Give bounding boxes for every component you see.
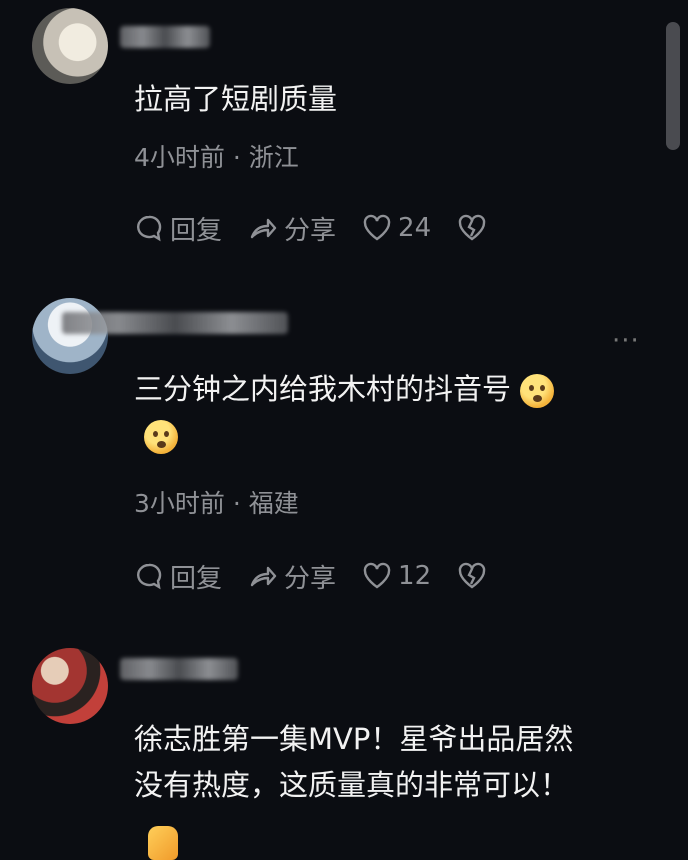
- share-label: 分享: [284, 215, 337, 246]
- dislike-button[interactable]: [457, 213, 493, 243]
- like-count: 24: [398, 213, 432, 243]
- username-blurred[interactable]: [62, 312, 288, 334]
- reply-button[interactable]: 回复: [134, 558, 222, 595]
- comment-actions: 回复 分享 24: [134, 208, 519, 248]
- comment-bubble-icon: [137, 215, 162, 242]
- comment-meta: 4小时前 · 浙江: [134, 143, 299, 172]
- heart-icon: [363, 214, 391, 241]
- avatar[interactable]: [32, 8, 108, 84]
- shushing-face-emoji: [144, 420, 178, 454]
- share-arrow-icon: [250, 566, 277, 587]
- comment-bubble-icon: [137, 563, 162, 590]
- comment-text: 三分钟之内给我木村的抖音号: [134, 366, 654, 458]
- share-label: 分享: [284, 563, 337, 594]
- avatar[interactable]: [32, 298, 108, 374]
- comment-text: 拉高了短剧质量: [134, 82, 338, 116]
- share-arrow-icon: [250, 218, 277, 239]
- comment-actions: 回复 分享 12: [134, 556, 519, 596]
- comment-text-line: 徐志胜第一集MVP！星爷出品居然: [134, 722, 574, 756]
- like-button[interactable]: 24: [362, 213, 431, 243]
- reply-button[interactable]: 回复: [134, 210, 222, 247]
- comment-item: 拉高了短剧质量 4小时前 · 浙江 回复 分享 24: [0, 0, 688, 270]
- comment-text-content: 三分钟之内给我木村的抖音号: [134, 372, 512, 406]
- comment-text: 徐志胜第一集MVP！星爷出品居然 没有热度，这质量真的非常可以！: [134, 716, 654, 808]
- share-button[interactable]: 分享: [248, 210, 336, 247]
- reply-label: 回复: [170, 215, 223, 246]
- shushing-face-emoji: [520, 374, 555, 408]
- broken-heart-icon: [458, 562, 486, 589]
- comment-meta: 3小时前 · 福建: [134, 489, 299, 518]
- reply-label: 回复: [170, 563, 223, 594]
- like-button[interactable]: 12: [362, 561, 431, 591]
- like-count: 12: [398, 561, 432, 591]
- comment-text-line: 没有热度，这质量真的非常可以！: [134, 768, 570, 802]
- more-options-button[interactable]: ···: [612, 326, 640, 356]
- broken-heart-icon: [458, 214, 486, 241]
- share-button[interactable]: 分享: [248, 558, 336, 595]
- avatar[interactable]: [32, 648, 108, 724]
- heart-icon: [363, 562, 391, 589]
- thumbs-up-emoji: [148, 826, 178, 860]
- dislike-button[interactable]: [457, 561, 493, 591]
- username-blurred[interactable]: [120, 26, 210, 48]
- username-blurred[interactable]: [120, 658, 238, 680]
